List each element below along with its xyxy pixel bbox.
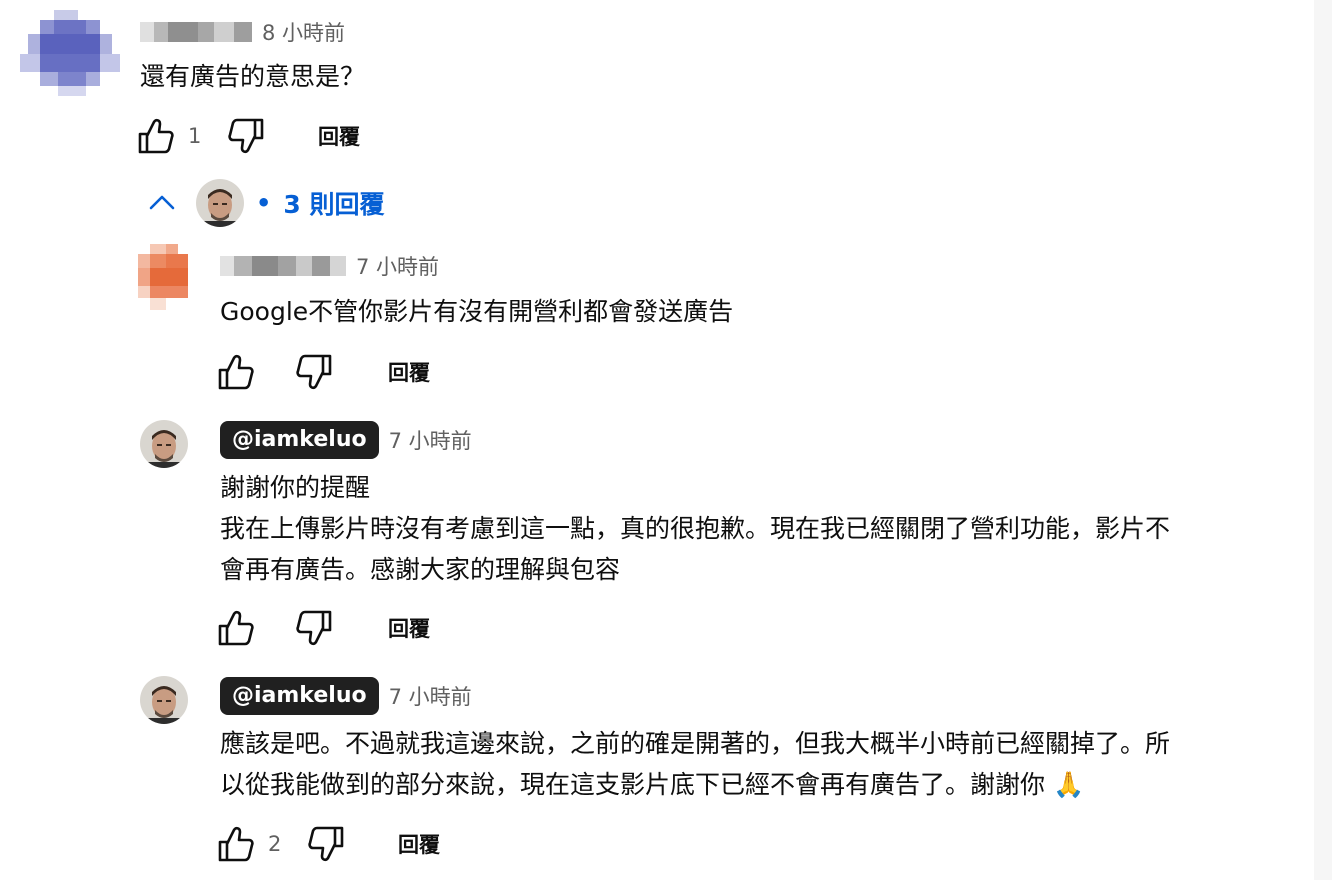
like-icon[interactable]: [216, 824, 256, 864]
comment-timestamp[interactable]: 7 小時前: [389, 425, 472, 455]
like-icon[interactable]: [136, 116, 176, 156]
reply-button[interactable]: 回覆: [398, 829, 440, 859]
creator-handle-badge[interactable]: @iamkeluo: [220, 677, 379, 715]
blurred-avatar[interactable]: [138, 244, 190, 310]
reply-button[interactable]: 回覆: [388, 357, 430, 387]
dislike-icon[interactable]: [294, 608, 334, 648]
reply-button[interactable]: 回覆: [388, 613, 430, 643]
creator-avatar: [196, 179, 244, 227]
creator-avatar[interactable]: [140, 420, 188, 468]
dislike-icon[interactable]: [226, 116, 266, 156]
replies-toggle[interactable]: • 3 則回覆: [140, 178, 384, 228]
scroll-gutter: [1314, 0, 1332, 880]
comment-timestamp[interactable]: 7 小時前: [389, 681, 472, 711]
dislike-icon[interactable]: [294, 352, 334, 392]
comment-text: 謝謝你的提醒 我在上傳影片時沒有考慮到這一點，真的很抱歉。現在我已經關閉了營利功…: [220, 473, 1171, 584]
blurred-avatar[interactable]: [20, 10, 120, 96]
like-count: 2: [268, 832, 282, 856]
like-count: 1: [188, 124, 202, 148]
comment-text: 還有廣告的意思是？: [140, 62, 366, 91]
comment-timestamp[interactable]: 7 小時前: [356, 251, 439, 281]
like-icon[interactable]: [216, 608, 256, 648]
comment-timestamp[interactable]: 8 小時前: [262, 17, 345, 47]
creator-avatar[interactable]: [140, 676, 188, 724]
blurred-username[interactable]: [140, 22, 252, 42]
chevron-up-icon: [149, 195, 175, 210]
comment-text: Google不管你影片有沒有開營利都會發送廣告: [220, 297, 734, 326]
comment-text: 應該是吧。不過就我這邊來說，之前的確是開著的，但我大概半小時前已經關掉了。所 以…: [220, 729, 1171, 799]
separator-dot: •: [256, 189, 272, 217]
dislike-icon[interactable]: [306, 824, 346, 864]
like-icon[interactable]: [216, 352, 256, 392]
reply-button[interactable]: 回覆: [318, 121, 360, 151]
blurred-username[interactable]: [220, 256, 346, 276]
replies-count-label: 3 則回覆: [283, 190, 385, 219]
creator-handle-badge[interactable]: @iamkeluo: [220, 421, 379, 459]
